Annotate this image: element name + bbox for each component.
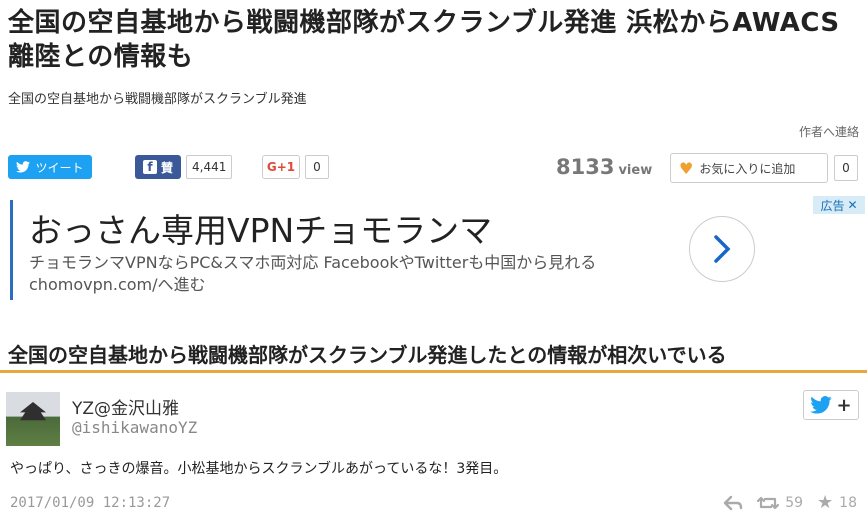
plus-icon: + — [836, 394, 852, 416]
tweet-timestamp[interactable]: 2017/01/09 12:13:27 — [10, 495, 170, 511]
tweet-button[interactable]: ツイート — [8, 155, 92, 179]
like-count: 18 — [839, 494, 857, 511]
tweet-actions: 59 ★ 18 — [723, 492, 857, 513]
like-button[interactable]: ★ 18 — [817, 492, 857, 513]
add-favorite-button[interactable]: ♥ お気に入りに追加 — [670, 153, 828, 183]
follow-button[interactable]: + — [803, 390, 859, 420]
embedded-tweet: YZ@金沢山雅 @ishikawanoYZ + やっぱり、さっきの爆音。小松基地… — [0, 384, 867, 526]
view-unit: view — [618, 163, 653, 178]
ad-title[interactable]: おっさん専用VPNチョモランマ — [29, 204, 492, 252]
article-title: 全国の空自基地から戦闘機部隊がスクランブル発進 浜松からAWACS離陸との情報も — [8, 8, 840, 72]
tweet-button-label: ツイート — [35, 160, 84, 175]
view-counter: 8133 view — [556, 155, 652, 179]
facebook-like-label: 賛 — [160, 160, 173, 175]
star-icon: ★ — [817, 492, 834, 513]
chevron-right-icon — [714, 235, 731, 263]
reply-button[interactable] — [723, 495, 743, 511]
castle-icon — [20, 402, 46, 421]
heart-icon: ♥ — [679, 158, 694, 178]
add-favorite-label: お気に入りに追加 — [699, 161, 796, 176]
tweet-display-name[interactable]: YZ@金沢山雅 — [72, 394, 179, 419]
ad-description: チョモランマVPNならPC&スマホ両対応 FacebookやTwitterも中国… — [29, 253, 597, 294]
tweet-handle[interactable]: @ishikawanoYZ — [72, 418, 197, 437]
facebook-icon: f — [142, 160, 157, 174]
article-summary: 全国の空自基地から戦闘機部隊がスクランブル発進 — [8, 92, 307, 107]
ad-badge-label: 広告 — [820, 198, 845, 213]
contact-author-link[interactable]: 作者へ連絡 — [799, 123, 859, 140]
facebook-like-button[interactable]: f 賛 — [135, 155, 181, 179]
ad-open-button[interactable] — [689, 216, 755, 282]
section-heading: 全国の空自基地から戦闘機部隊がスクランブル発進したとの情報が相次いでいる — [8, 343, 727, 367]
gplus-count: 0 — [305, 155, 329, 179]
twitter-bird-icon — [810, 396, 833, 414]
favorite-count: 0 — [834, 155, 858, 181]
close-icon[interactable]: ✕ — [847, 198, 857, 212]
view-count: 8133 — [556, 155, 615, 179]
section-divider — [0, 370, 867, 373]
reply-icon — [724, 495, 743, 510]
retweet-button[interactable]: 59 — [757, 495, 803, 511]
avatar[interactable] — [6, 392, 60, 446]
retweet-count: 59 — [785, 494, 804, 511]
retweet-icon — [757, 496, 780, 509]
twitter-bird-icon — [16, 161, 31, 173]
ad-badge[interactable]: 広告 ✕ — [813, 196, 865, 214]
ad-banner[interactable]: 広告 ✕ おっさん専用VPNチョモランマ チョモランマVPNならPC&スマホ両対… — [10, 196, 865, 300]
share-bar: ツイート f 賛 4,441 G+1 0 8133 view ♥ お気に入りに追加… — [0, 152, 867, 184]
tweet-text: やっぱり、さっきの爆音。小松基地からスクランブルあがっているな！3発目。 — [10, 461, 508, 477]
facebook-count: 4,441 — [186, 155, 233, 179]
gplus-button[interactable]: G+1 — [262, 155, 300, 179]
